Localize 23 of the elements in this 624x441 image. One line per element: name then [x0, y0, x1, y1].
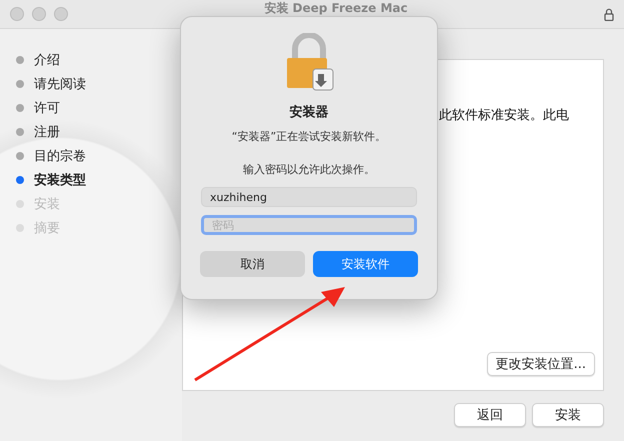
zoom-button[interactable] — [54, 7, 68, 21]
minimize-button[interactable] — [32, 7, 46, 21]
step-label: 安装类型 — [34, 172, 86, 189]
step-label: 安装 — [34, 196, 60, 213]
dialog-message: “安装器”正在尝试安装新软件。 — [232, 129, 386, 144]
step-label: 注册 — [34, 124, 60, 141]
content-text: 此软件标准安装。此电 — [439, 107, 570, 124]
username-field[interactable]: xuzhiheng — [201, 187, 417, 207]
step-label: 请先阅读 — [34, 76, 86, 93]
step-label: 介绍 — [34, 52, 60, 69]
close-button[interactable] — [10, 7, 24, 21]
dialog-button[interactable]: 安装软件 — [313, 251, 418, 277]
step-label: 目的宗卷 — [34, 148, 86, 165]
dialog-prompt: 输入密码以允许此次操作。 — [243, 162, 375, 177]
lock-icon — [604, 8, 614, 20]
window-title: 安装 Deep Freeze Mac — [263, 1, 409, 15]
dialog-button[interactable]: 取消 — [200, 251, 305, 277]
dialog-title: 安装器 — [290, 104, 328, 121]
step-label: 摘要 — [34, 220, 60, 237]
change-location-button[interactable]: 更改安装位置... — [486, 352, 595, 376]
footer-button[interactable]: 安装 — [532, 403, 604, 427]
footer-button[interactable]: 返回 — [454, 403, 526, 427]
step-label: 许可 — [34, 100, 60, 117]
